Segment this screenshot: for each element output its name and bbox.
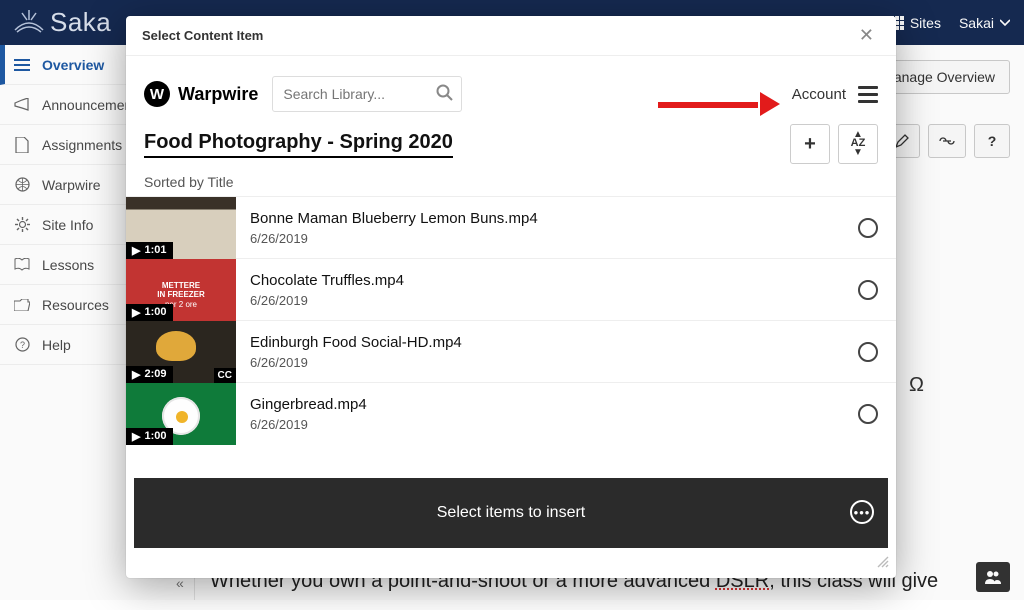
warpwire-logo[interactable]: W Warpwire (144, 81, 258, 107)
menu-button[interactable] (858, 86, 878, 103)
item-date: 6/26/2019 (250, 231, 844, 246)
item-date: 6/26/2019 (250, 293, 844, 308)
cc-badge: CC (214, 368, 236, 383)
item-title: Chocolate Truffles.mp4 (250, 272, 844, 289)
modal-close-button[interactable]: ✕ (853, 21, 880, 50)
select-content-modal: Select Content Item ✕ W Warpwire Account (126, 16, 896, 578)
duration-badge: ▶1:01 (126, 242, 173, 259)
sort-az-icon: ▲AZ▼ (851, 130, 866, 158)
ellipsis-icon: ••• (854, 505, 871, 520)
select-radio[interactable] (858, 218, 878, 238)
more-options-button[interactable]: ••• (850, 500, 874, 524)
annotation-arrow (658, 96, 778, 112)
resize-handle-icon[interactable] (876, 555, 890, 572)
close-icon: ✕ (859, 25, 874, 45)
sort-button[interactable]: ▲AZ▼ (838, 124, 878, 164)
warpwire-logo-text: Warpwire (178, 84, 258, 105)
sorted-label: Sorted by Title (126, 168, 896, 196)
modal-title: Select Content Item (142, 28, 263, 43)
item-date: 6/26/2019 (250, 417, 844, 432)
duration-badge: ▶1:00 (126, 428, 173, 445)
select-radio[interactable] (858, 280, 878, 300)
item-date: 6/26/2019 (250, 355, 844, 370)
account-link[interactable]: Account (792, 86, 846, 103)
hamburger-icon (858, 86, 878, 89)
modal-footer: Select items to insert ••• (134, 478, 888, 548)
list-item[interactable]: ▶1:01 Bonne Maman Blueberry Lemon Buns.m… (126, 196, 896, 258)
list-item[interactable]: METTEREIN FREEZERper 2 ore ▶1:00 Chocola… (126, 258, 896, 320)
duration-badge: ▶1:00 (126, 304, 173, 321)
play-icon: ▶ (132, 306, 140, 319)
search-input[interactable] (272, 76, 462, 112)
play-icon: ▶ (132, 430, 140, 443)
item-title: Bonne Maman Blueberry Lemon Buns.mp4 (250, 210, 844, 227)
warpwire-logo-icon: W (144, 81, 170, 107)
library-title[interactable]: Food Photography - Spring 2020 (144, 131, 453, 158)
thumbnail: ▶2:09 CC (126, 321, 236, 383)
item-title: Edinburgh Food Social-HD.mp4 (250, 334, 844, 351)
search-icon[interactable] (436, 84, 454, 107)
footer-text: Select items to insert (437, 504, 586, 522)
select-radio[interactable] (858, 404, 878, 424)
plus-icon: + (804, 133, 816, 156)
item-title: Gingerbread.mp4 (250, 396, 844, 413)
thumbnail: ▶1:01 (126, 197, 236, 259)
thumbnail: ▶1:00 (126, 383, 236, 445)
play-icon: ▶ (132, 244, 140, 257)
select-radio[interactable] (858, 342, 878, 362)
media-list: ▶1:01 Bonne Maman Blueberry Lemon Buns.m… (126, 196, 896, 444)
thumbnail: METTEREIN FREEZERper 2 ore ▶1:00 (126, 259, 236, 321)
list-item[interactable]: ▶2:09 CC Edinburgh Food Social-HD.mp4 6/… (126, 320, 896, 382)
add-button[interactable]: + (790, 124, 830, 164)
duration-badge: ▶2:09 (126, 366, 173, 383)
play-icon: ▶ (132, 368, 140, 381)
list-item[interactable]: ▶1:00 Gingerbread.mp4 6/26/2019 (126, 382, 896, 444)
